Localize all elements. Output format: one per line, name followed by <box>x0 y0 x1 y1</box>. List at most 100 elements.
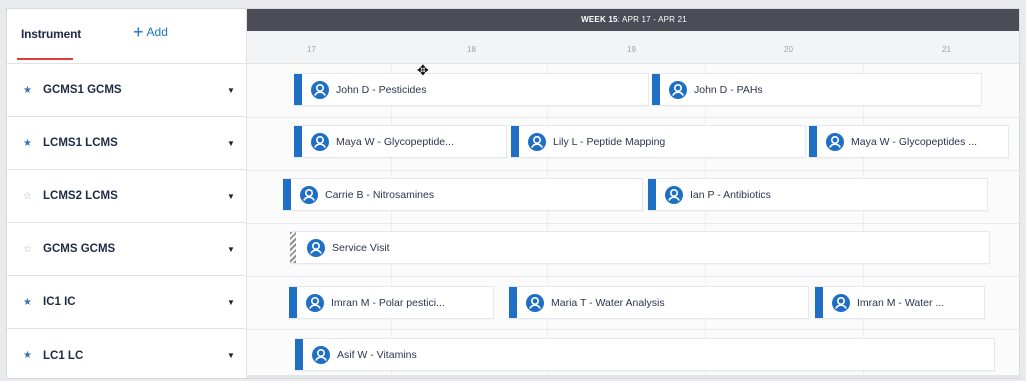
booking-status-bar <box>809 126 817 157</box>
booking-status-bar <box>294 74 302 105</box>
booking-status-bar <box>511 126 519 157</box>
booking-card[interactable]: John D - Pesticides <box>294 73 649 106</box>
star-icon[interactable]: ★ <box>23 138 32 149</box>
move-cursor-icon: ✥ <box>417 62 429 78</box>
instrument-header: Instrument + Add <box>7 9 247 64</box>
instrument-list: Instrument + Add ★ GCMS1 GCMS ▼ ★ LCMS1 … <box>7 9 247 378</box>
booking-card[interactable]: Ian P - Antibiotics <box>648 178 988 211</box>
day-label: 18 <box>467 45 476 54</box>
booking-card[interactable]: Maria T - Water Analysis <box>509 286 809 319</box>
caret-down-icon[interactable]: ▼ <box>227 192 235 201</box>
star-icon[interactable]: ☆ <box>23 244 32 255</box>
add-label: Add <box>146 25 168 39</box>
star-icon[interactable]: ★ <box>23 297 32 308</box>
user-icon <box>665 186 683 204</box>
caret-down-icon[interactable]: ▼ <box>227 139 235 148</box>
grid-line <box>863 64 864 378</box>
row-divider <box>247 276 1019 277</box>
instrument-name: GCMS GCMS <box>43 243 116 255</box>
day-label: 21 <box>942 45 951 54</box>
instrument-name: LCMS2 LCMS <box>43 190 118 202</box>
day-label: 20 <box>784 45 793 54</box>
grid-line <box>391 64 392 378</box>
booking-card[interactable]: Asif W - Vitamins <box>295 338 995 371</box>
booking-label: Maria T - Water Analysis <box>551 297 665 309</box>
booking-card[interactable]: Imran M - Water ... <box>815 286 985 319</box>
day-label: 19 <box>627 45 636 54</box>
instrument-name: LC1 LC <box>43 349 84 362</box>
instrument-name: LCMS1 LCMS <box>43 137 118 149</box>
instrument-name: IC1 IC <box>43 296 76 308</box>
booking-status-bar <box>652 74 660 105</box>
star-icon[interactable]: ☆ <box>23 191 32 202</box>
booking-label: Service Visit <box>332 242 390 254</box>
row-divider <box>247 117 1019 118</box>
booking-card[interactable]: Imran M - Polar pestici... <box>289 286 494 319</box>
service-status-bar <box>290 232 296 263</box>
tab-instrument[interactable]: Instrument <box>21 27 81 41</box>
row-divider <box>247 329 1019 330</box>
horizontal-scrollbar[interactable] <box>247 375 1019 378</box>
booking-card[interactable]: John D - PAHs <box>652 73 982 106</box>
row-divider <box>247 223 1019 224</box>
booking-status-bar <box>815 287 823 318</box>
booking-card[interactable]: Maya W - Glycopeptides ... <box>809 125 1009 158</box>
instrument-row[interactable]: ★ GCMS1 GCMS ▼ <box>7 64 247 117</box>
user-icon <box>307 239 325 257</box>
week-number: WEEK 15 <box>581 15 618 24</box>
booking-status-bar <box>289 287 297 318</box>
day-label: 17 <box>307 45 316 54</box>
instrument-name: GCMS1 GCMS <box>43 84 122 96</box>
booking-label: Ian P - Antibiotics <box>690 189 771 201</box>
booking-status-bar <box>509 287 517 318</box>
instrument-row[interactable]: ★ LCMS1 LCMS ▼ <box>7 117 247 170</box>
plus-icon: + <box>133 22 144 42</box>
instrument-row[interactable]: ★ IC1 IC ▼ <box>7 276 247 329</box>
instrument-row[interactable]: ★ LC1 LC ▼ <box>7 329 247 378</box>
booking-label: Imran M - Water ... <box>857 297 945 309</box>
booking-card[interactable]: Maya W - Glycopeptide... <box>294 125 507 158</box>
week-banner: WEEK 15: APR 17 - APR 21 <box>247 9 1019 31</box>
caret-down-icon[interactable]: ▼ <box>227 245 235 254</box>
booking-label: Lily L - Peptide Mapping <box>553 136 666 148</box>
row-divider <box>247 170 1019 171</box>
day-header: 17 18 19 20 21 <box>247 31 1019 64</box>
user-icon <box>528 133 546 151</box>
booking-label: John D - PAHs <box>694 84 763 96</box>
booking-label: John D - Pesticides <box>336 84 427 96</box>
scheduler-frame: Instrument + Add ★ GCMS1 GCMS ▼ ★ LCMS1 … <box>6 8 1020 379</box>
booking-label: Maya W - Glycopeptides ... <box>851 136 978 148</box>
user-icon <box>312 346 330 364</box>
user-icon <box>300 186 318 204</box>
week-range: : APR 17 - APR 21 <box>617 15 687 24</box>
user-icon <box>669 81 687 99</box>
booking-label: Imran M - Polar pestici... <box>331 297 445 309</box>
grid-line <box>705 64 706 378</box>
booking-label: Asif W - Vitamins <box>337 349 417 361</box>
booking-status-bar <box>283 179 291 210</box>
user-icon <box>311 133 329 151</box>
star-icon[interactable]: ★ <box>23 85 32 96</box>
caret-down-icon[interactable]: ▼ <box>227 298 235 307</box>
active-tab-underline <box>17 58 73 60</box>
booking-card[interactable]: Service Visit <box>290 231 990 264</box>
booking-card[interactable]: Lily L - Peptide Mapping <box>511 125 806 158</box>
booking-card[interactable]: Carrie B - Nitrosamines <box>283 178 643 211</box>
booking-label: Maya W - Glycopeptide... <box>336 136 454 148</box>
grid-line <box>547 64 548 378</box>
user-icon <box>826 133 844 151</box>
booking-status-bar <box>294 126 302 157</box>
instrument-row[interactable]: ☆ GCMS GCMS ▼ <box>7 223 247 276</box>
schedule-grid: WEEK 15: APR 17 - APR 21 17 18 19 20 21 … <box>247 9 1019 378</box>
user-icon <box>306 294 324 312</box>
instrument-row[interactable]: ☆ LCMS2 LCMS ▼ <box>7 170 247 223</box>
add-instrument-button[interactable]: + Add <box>133 22 168 42</box>
user-icon <box>832 294 850 312</box>
user-icon <box>526 294 544 312</box>
caret-down-icon[interactable]: ▼ <box>227 351 235 360</box>
caret-down-icon[interactable]: ▼ <box>227 86 235 95</box>
booking-label: Carrie B - Nitrosamines <box>325 189 435 201</box>
booking-status-bar <box>648 179 656 210</box>
booking-status-bar <box>295 339 303 370</box>
star-icon[interactable]: ★ <box>23 350 32 361</box>
